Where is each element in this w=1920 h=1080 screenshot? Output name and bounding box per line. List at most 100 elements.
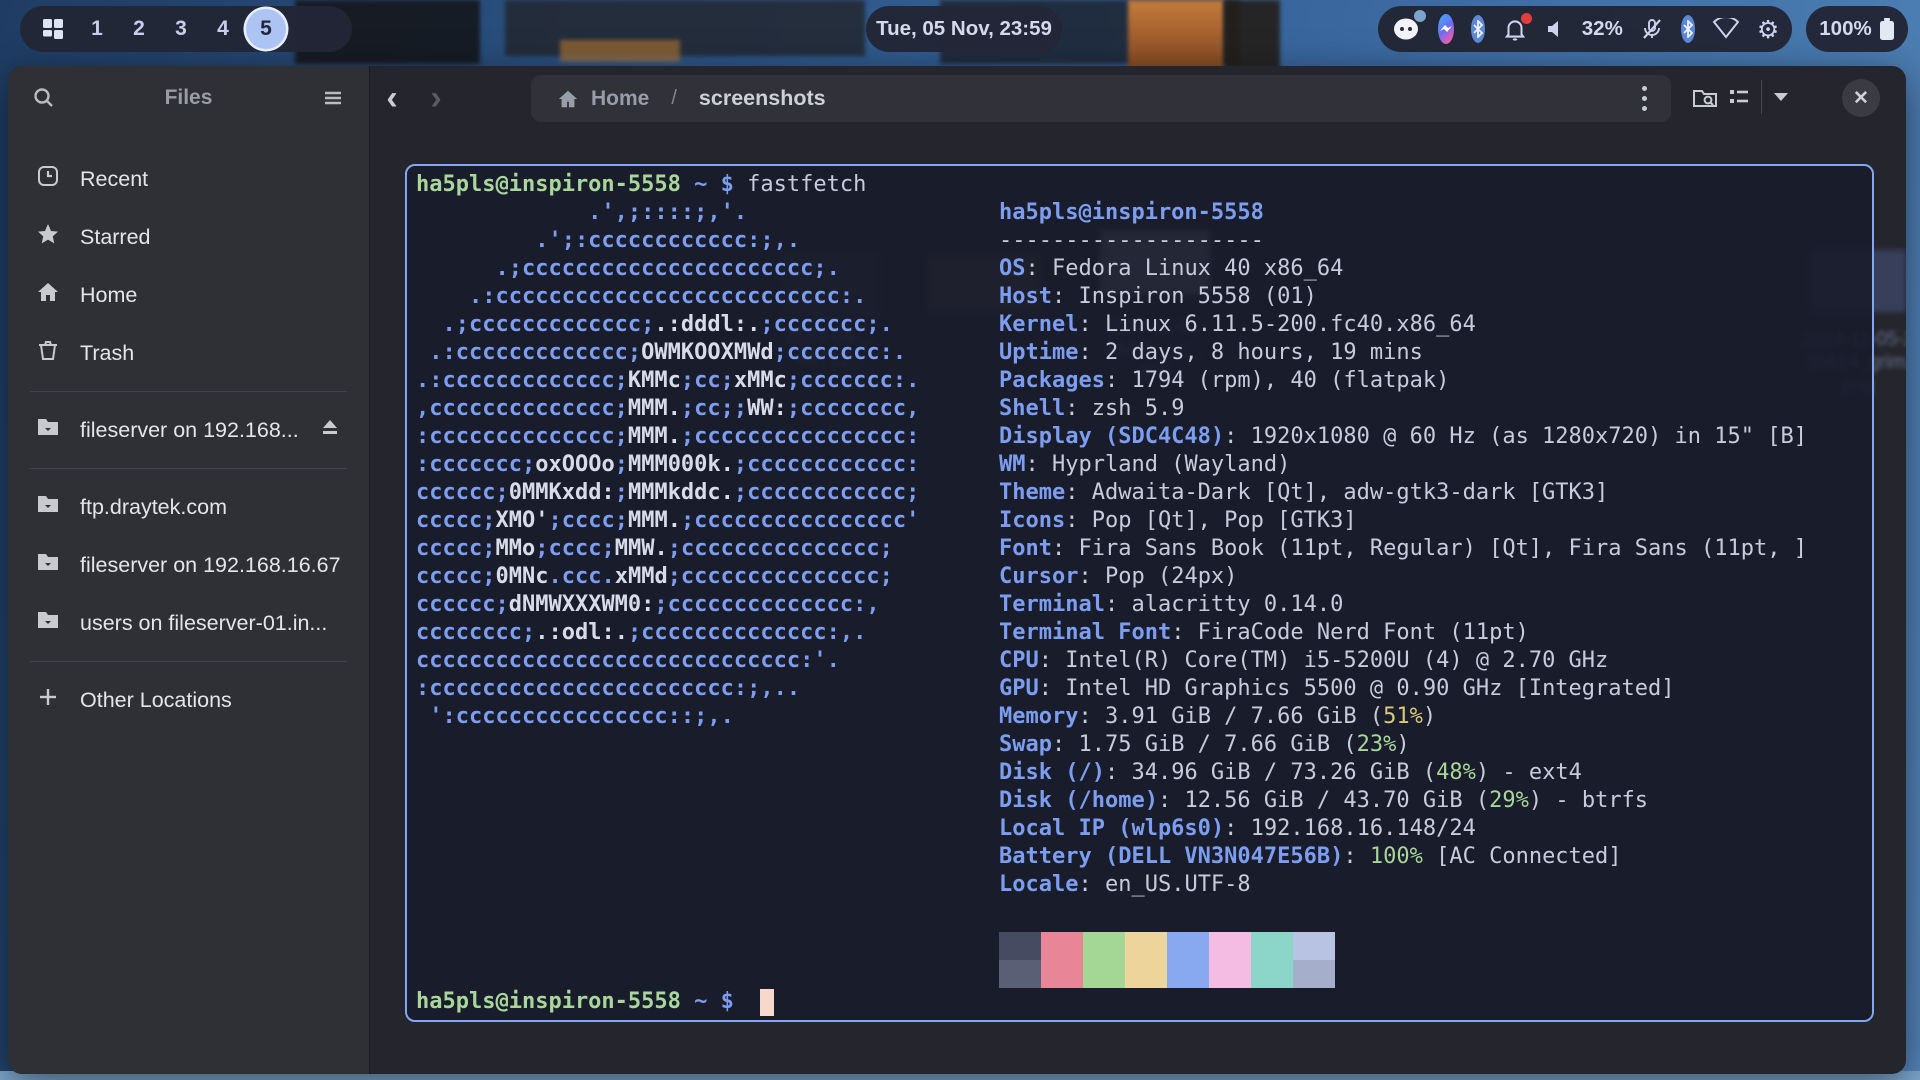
workspace-5-active[interactable]: 5 [246,9,286,49]
notifications-bell-icon[interactable] [1502,16,1528,42]
palette-swatch-bottom-6 [1251,960,1293,988]
discord-icon[interactable] [1391,14,1421,44]
palette-swatch-top-7 [1293,932,1335,960]
sidebar-item-users-on-fileserver-01-in[interactable]: users on fileserver-01.in... [16,594,361,652]
battery-level: 100% [1819,17,1871,41]
palette-swatch-top-1 [1041,932,1083,960]
sidebar-item-label: fileserver on 192.168... [80,418,299,443]
toolbar-divider [1761,80,1762,114]
files-header-bar: ‹ › Home / screenshots [370,66,1906,130]
typed-command: fastfetch [747,172,866,197]
sidebar-item-trash[interactable]: Trash [16,324,361,382]
terminal-prompt-line: ha5pls@inspiron-5558 ~ $ fastfetch [416,171,866,199]
workspace-3[interactable]: 3 [160,17,202,41]
files-sidebar: Files Recent Starred Home Trash fileserver o… [8,66,370,1074]
palette-swatch-top-2 [1083,932,1125,960]
mic-muted-icon[interactable] [1640,17,1664,41]
prompt-symbol: ~ $ [681,172,747,197]
sidebar-item-label: fileserver on 192.168.16.67 [80,553,341,578]
terminal-cursor [760,989,774,1016]
chevron-down-icon[interactable] [1772,91,1790,103]
status-bar: 12345 Tue, 05 Nov, 23:59 32% ⚙ [0,0,1920,60]
palette-swatch-top-4 [1167,932,1209,960]
terminal-color-palette [999,932,1335,988]
close-window-button[interactable]: ✕ [1842,79,1880,117]
star-icon [36,222,60,252]
wifi-icon[interactable] [1712,18,1740,40]
folder-icon [36,415,60,445]
window-title: Files [56,86,321,110]
sidebar-item-other-locations[interactable]: Other Locations [16,671,361,729]
sidebar-item-label: Recent [80,167,341,192]
sidebar-item-home[interactable]: Home [16,266,361,324]
messenger-icon[interactable] [1438,14,1454,44]
palette-swatch-bottom-2 [1083,960,1125,988]
sidebar-item-recent[interactable]: Recent [16,150,361,208]
palette-swatch-bottom-1 [1041,960,1083,988]
prompt-symbol: ~ $ [681,988,747,1016]
notification-badge [1521,13,1532,24]
bluetooth-connected-icon[interactable] [1681,15,1695,43]
palette-swatch-bottom-7 [1293,960,1335,988]
sidebar-item-starred[interactable]: Starred [16,208,361,266]
system-tray-pill: 32% ⚙ [1378,6,1792,52]
fastfetch-info: ha5pls@inspiron-5558 -------------------… [999,199,1807,899]
palette-swatch-bottom-5 [1209,960,1251,988]
home-icon [557,88,579,110]
back-button[interactable]: ‹ [370,83,414,113]
files-sidebar-header: Files [8,66,369,130]
apps-grid-icon[interactable] [40,16,66,42]
bluetooth-icon[interactable] [1471,15,1485,43]
list-view-icon[interactable] [1727,85,1751,109]
breadcrumb-home[interactable]: Home [591,87,649,111]
folder-icon [36,492,60,522]
terminal-prompt-line-2: ha5pls@inspiron-5558 ~ $ [416,988,774,1016]
sidebar-item-label: Starred [80,225,341,250]
workspace-2[interactable]: 2 [118,17,160,41]
fedora-ascii-logo: .',;::::;,'. .';:cccccccccccc:;,. .;cccc… [416,199,919,731]
discord-badge [1414,10,1426,22]
workspace-switcher: 12345 [76,9,286,49]
sidebar-item-fileserver-on-192-168[interactable]: fileserver on 192.168... [16,401,361,459]
breadcrumb-separator: / [671,87,677,110]
breadcrumb[interactable]: Home / screenshots [531,75,1671,122]
sidebar-item-ftp-draytek-com[interactable]: ftp.draytek.com [16,478,361,536]
home-icon [36,280,60,310]
battery-pill: 100% [1806,6,1908,52]
sidebar-item-label: Other Locations [80,688,341,713]
sidebar-item-label: Home [80,283,341,308]
palette-swatch-top-3 [1125,932,1167,960]
volume-level: 32% [1582,17,1623,41]
workspace-1[interactable]: 1 [76,17,118,41]
folder-search-icon[interactable] [1692,86,1720,110]
forward-button[interactable]: › [414,83,458,113]
palette-swatch-bottom-0 [999,960,1041,988]
palette-swatch-top-5 [1209,932,1251,960]
plus-icon [36,685,60,715]
kebab-menu-icon[interactable] [1636,80,1653,117]
trash-icon [36,338,60,368]
settings-gear-icon[interactable]: ⚙ [1757,15,1779,44]
sidebar-separator [30,661,347,662]
palette-swatch-top-6 [1251,932,1293,960]
sidebar-separator [30,468,347,469]
breadcrumb-current[interactable]: screenshots [699,86,826,111]
sidebar-separator [30,391,347,392]
prompt-user-host: ha5pls@inspiron-5558 [416,172,681,197]
sidebar-item-label: users on fileserver-01.in... [80,611,341,636]
battery-icon [1879,17,1895,41]
volume-icon[interactable] [1545,19,1565,39]
hamburger-menu-icon[interactable] [321,86,345,110]
clock[interactable]: Tue, 05 Nov, 23:59 [866,6,1062,52]
terminal-window[interactable]: ha5pls@inspiron-5558 ~ $ fastfetch .',;:… [405,164,1874,1022]
folder-icon [36,550,60,580]
recent-icon [36,164,60,194]
workspaces-pill: 12345 [20,6,352,52]
eject-icon[interactable] [319,417,341,443]
view-toggle-group [1727,80,1790,114]
search-icon[interactable] [32,86,56,110]
sidebar-items-list: Recent Starred Home Trash fileserver on 192.… [8,130,369,729]
sidebar-item-label: ftp.draytek.com [80,495,341,520]
workspace-4[interactable]: 4 [202,17,244,41]
sidebar-item-fileserver-on-192-168-16-67[interactable]: fileserver on 192.168.16.67 [16,536,361,594]
